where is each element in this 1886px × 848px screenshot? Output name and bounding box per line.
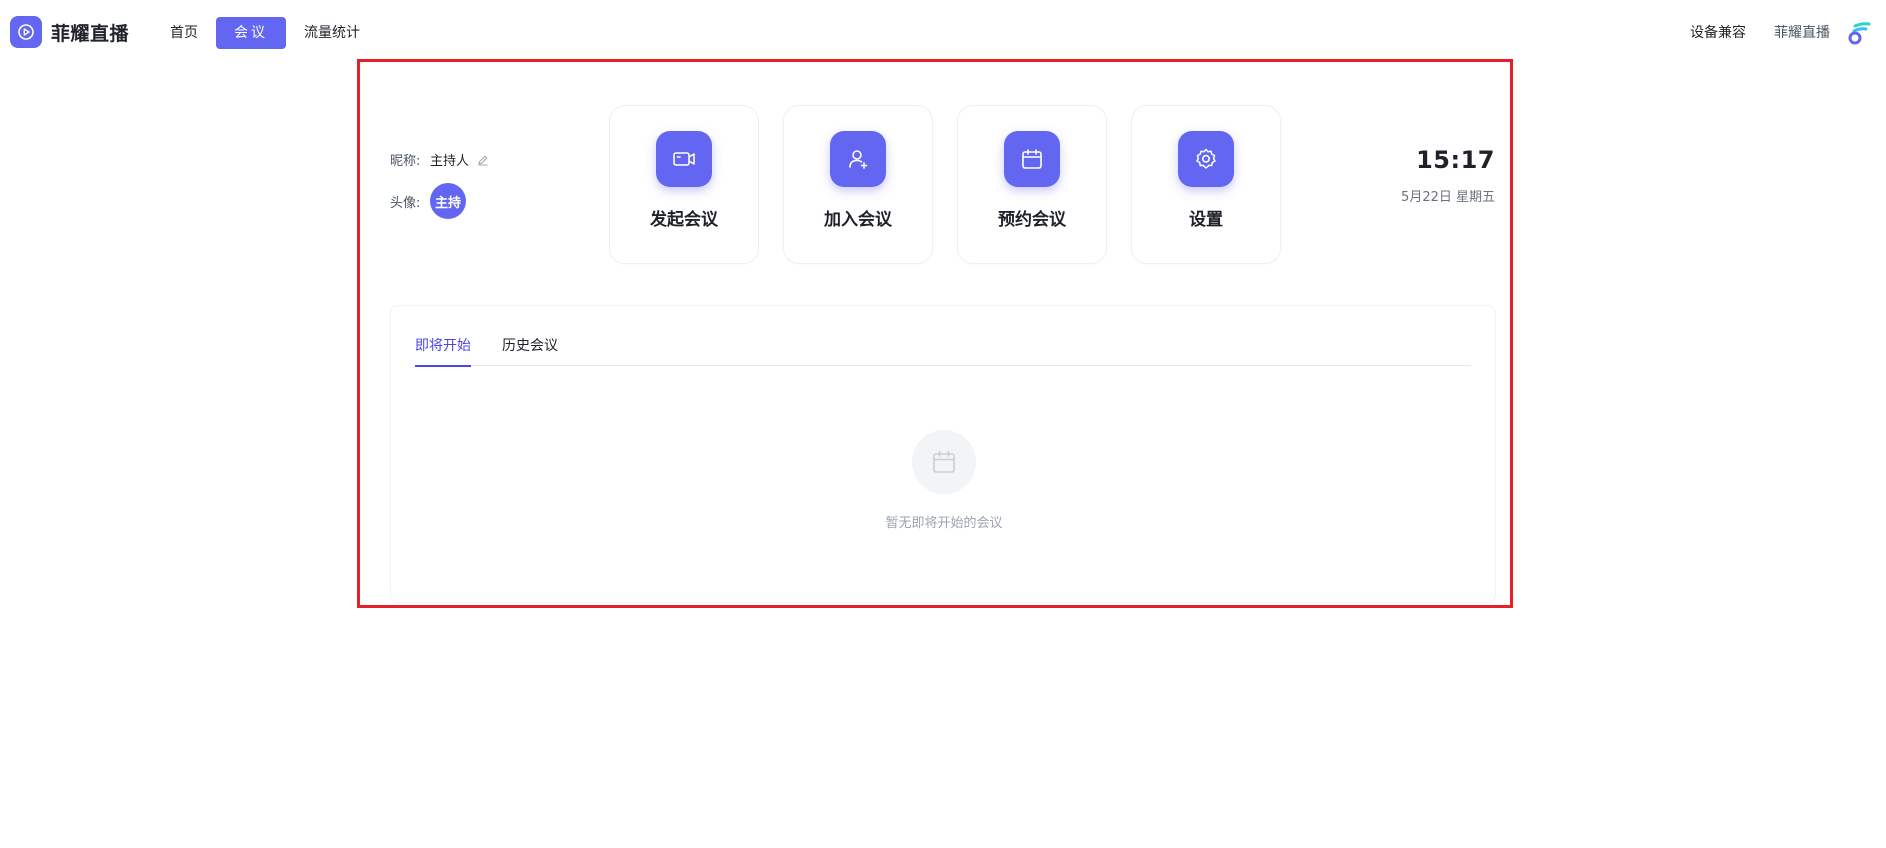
nickname-row: 昵称: 主持人 <box>390 150 489 169</box>
nav-item-meeting[interactable]: 会议 <box>216 17 286 49</box>
clock-date: 5月22日 星期五 <box>1401 190 1495 205</box>
main-nav: 首页 会议 流量统计 <box>160 17 378 49</box>
join-meeting-card[interactable]: 加入会议 <box>783 105 933 264</box>
tab-upcoming[interactable]: 即将开始 <box>415 306 471 367</box>
settings-card[interactable]: 设置 <box>1131 105 1281 264</box>
video-camera-icon <box>656 131 712 187</box>
nickname-label: 昵称: <box>390 154 421 169</box>
schedule-meeting-card[interactable]: 预约会议 <box>957 105 1107 264</box>
brand-swirl-icon[interactable] <box>1846 20 1872 46</box>
edit-pencil-icon[interactable] <box>477 154 489 166</box>
profile-section: 昵称: 主持人 头像: 主持 <box>390 150 489 219</box>
play-circle-icon <box>10 16 42 48</box>
empty-state: 暂无即将开始的会议 <box>391 430 1497 531</box>
clock: 15:17 5月22日 星期五 <box>1401 146 1495 205</box>
nickname-value: 主持人 <box>430 154 470 169</box>
user-add-icon <box>830 131 886 187</box>
brand[interactable]: 菲耀直播 <box>10 16 129 48</box>
join-meeting-label: 加入会议 <box>824 210 892 230</box>
schedule-meeting-label: 预约会议 <box>998 210 1066 230</box>
settings-label: 设置 <box>1189 210 1223 230</box>
gear-icon <box>1178 131 1234 187</box>
top-nav-bar: 菲耀直播 首页 会议 流量统计 设备兼容 菲耀直播 <box>0 0 1886 64</box>
calendar-icon <box>1004 131 1060 187</box>
tab-history[interactable]: 历史会议 <box>502 306 558 366</box>
nav-item-traffic-stats[interactable]: 流量统计 <box>294 17 370 49</box>
brand-link[interactable]: 菲耀直播 <box>1774 17 1830 49</box>
start-meeting-label: 发起会议 <box>650 210 718 230</box>
nav-right: 设备兼容 菲耀直播 <box>1690 17 1872 49</box>
clock-time: 15:17 <box>1416 146 1495 174</box>
avatar-label: 头像: <box>390 195 421 211</box>
meeting-tabs: 即将开始 历史会议 <box>415 306 1471 367</box>
action-cards: 发起会议 加入会议 预约会议 设置 <box>609 105 1305 264</box>
start-meeting-card[interactable]: 发起会议 <box>609 105 759 264</box>
meetings-panel: 即将开始 历史会议 暂无即将开始的会议 <box>390 305 1496 603</box>
avatar-row: 头像: 主持 <box>390 183 489 219</box>
empty-state-text: 暂无即将开始的会议 <box>885 516 1003 531</box>
avatar[interactable]: 主持 <box>430 183 466 219</box>
nav-item-home[interactable]: 首页 <box>160 17 208 49</box>
brand-name: 菲耀直播 <box>51 22 130 45</box>
device-compat-link[interactable]: 设备兼容 <box>1690 17 1746 49</box>
calendar-icon <box>912 430 976 494</box>
